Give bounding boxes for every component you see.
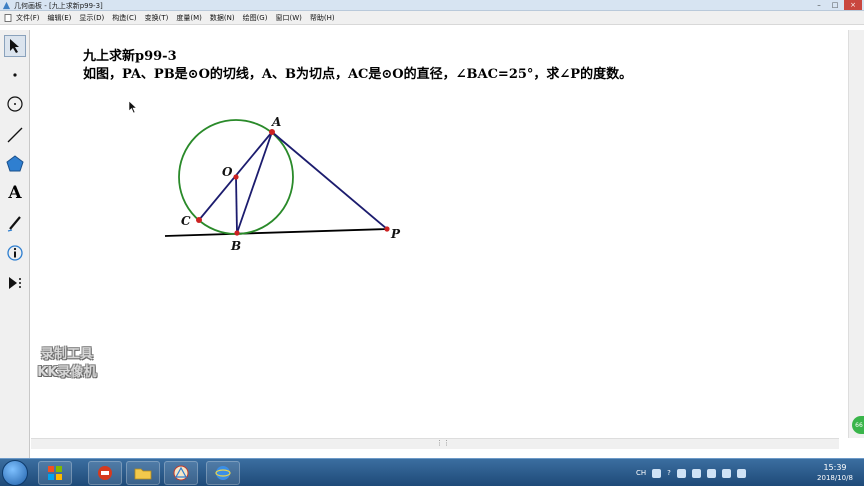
menu-measure[interactable]: 度量(M) [176, 13, 202, 23]
arrow-select-tool[interactable] [4, 35, 26, 57]
point-a[interactable] [269, 129, 275, 135]
straightedge-icon [7, 127, 23, 143]
toolbox: A [0, 30, 30, 458]
recorder-icon [98, 466, 112, 480]
menu-file[interactable]: 文件(F) [16, 13, 40, 23]
tray-keyboard-icon[interactable] [652, 468, 662, 478]
window-controls: – □ × [812, 0, 862, 11]
point-o[interactable] [233, 174, 239, 180]
segment-ab[interactable] [236, 131, 273, 234]
tangent-line-pb[interactable] [164, 228, 389, 237]
point-tool[interactable] [4, 64, 26, 86]
watermark-line-1: 录制工具 [40, 347, 93, 362]
tray-language[interactable]: CH [636, 469, 646, 477]
polygon-tool[interactable] [4, 153, 26, 175]
scroll-grip-icon: ⋮⋮ [436, 439, 450, 447]
folder-icon [134, 468, 152, 480]
tray-security-icon[interactable] [736, 468, 746, 478]
vertical-scrollbar[interactable] [848, 30, 864, 438]
menu-bar: 文件(F) 编辑(E) 显示(D) 构造(C) 变换(T) 度量(M) 数据(N… [0, 11, 864, 25]
segment-ob[interactable] [235, 176, 238, 234]
clock-date: 2018/10/8 [817, 474, 853, 482]
label-c[interactable]: C [181, 214, 191, 228]
recorder-watermark: 录制工具 KK录像机 [22, 346, 112, 382]
taskbar-item-geometry-app[interactable] [164, 461, 198, 485]
compass-tool[interactable] [4, 93, 26, 115]
watermark-line-2: KK录像机 [37, 365, 97, 380]
straightedge-tool[interactable] [4, 124, 26, 146]
point-p[interactable] [384, 226, 390, 232]
marker-tool[interactable] [4, 212, 26, 234]
close-button[interactable]: × [844, 0, 862, 10]
text-tool[interactable]: A [4, 182, 26, 204]
app-icon [2, 1, 11, 10]
geometry-figure: A O C B P [164, 115, 401, 253]
point-icon [13, 73, 17, 77]
mouse-cursor-icon [128, 100, 138, 114]
system-tray: CH ? [636, 463, 746, 483]
taskbar-item-browser[interactable] [206, 461, 240, 485]
sketch-canvas[interactable]: 九上求新p99-3 如图，PA、PB是⊙O的切线，A、B为切点，AC是⊙O的直径… [31, 30, 847, 438]
side-badge[interactable]: 66 [852, 416, 864, 434]
point-b[interactable] [234, 230, 240, 236]
taskbar: CH ? 15:39 2018/10/8 [0, 458, 864, 486]
taskbar-item-folder[interactable] [126, 461, 160, 485]
play-more-icon [9, 277, 21, 289]
information-tool[interactable] [4, 242, 26, 264]
start-button[interactable] [2, 460, 28, 486]
menu-edit[interactable]: 编辑(E) [48, 13, 72, 23]
window-title: 几何画板 - [九上求新p99-3] [14, 2, 103, 10]
windows-flag-icon [48, 466, 62, 480]
menu-window[interactable]: 窗口(W) [275, 13, 301, 23]
menu-construct[interactable]: 构造(C) [112, 13, 136, 23]
maximize-button[interactable]: □ [828, 0, 842, 10]
text-tool-icon: A [8, 183, 22, 203]
taskbar-clock[interactable]: 15:39 2018/10/8 [808, 463, 862, 483]
menu-data[interactable]: 数据(N) [210, 13, 235, 23]
clock-time: 15:39 [823, 463, 847, 472]
point-c[interactable] [196, 217, 202, 223]
segment-ap[interactable] [271, 131, 388, 230]
compass-icon [7, 96, 23, 112]
menu-graph[interactable]: 绘图(G) [243, 13, 268, 23]
browser-icon [215, 466, 231, 480]
label-o[interactable]: O [222, 165, 233, 179]
tray-ime-help[interactable]: ? [667, 469, 671, 477]
tray-flag-icon[interactable] [691, 468, 701, 478]
label-b[interactable]: B [230, 239, 241, 253]
tray-network-icon[interactable] [676, 468, 686, 478]
taskbar-item-explorer[interactable] [38, 461, 72, 485]
custom-tools[interactable] [4, 272, 26, 294]
menu-display[interactable]: 显示(D) [79, 13, 104, 23]
menu-help[interactable]: 帮助(H) [310, 13, 335, 23]
horizontal-scrollbar[interactable]: ⋮⋮ [31, 438, 839, 449]
polygon-icon [6, 155, 24, 172]
information-icon [7, 245, 23, 261]
minimize-button[interactable]: – [812, 0, 826, 10]
taskbar-item-recorder[interactable] [88, 461, 122, 485]
marker-pen-icon [7, 216, 21, 232]
title-bar: 几何画板 - [九上求新p99-3] – □ × [0, 0, 864, 11]
menu-transform[interactable]: 变换(T) [145, 13, 169, 23]
label-a[interactable]: A [271, 115, 281, 129]
document-icon [4, 13, 12, 22]
geometry-app-icon [173, 465, 189, 481]
tray-power-icon[interactable] [721, 468, 731, 478]
arrow-icon [10, 39, 19, 53]
label-p[interactable]: P [390, 227, 401, 241]
tray-volume-icon[interactable] [706, 468, 716, 478]
